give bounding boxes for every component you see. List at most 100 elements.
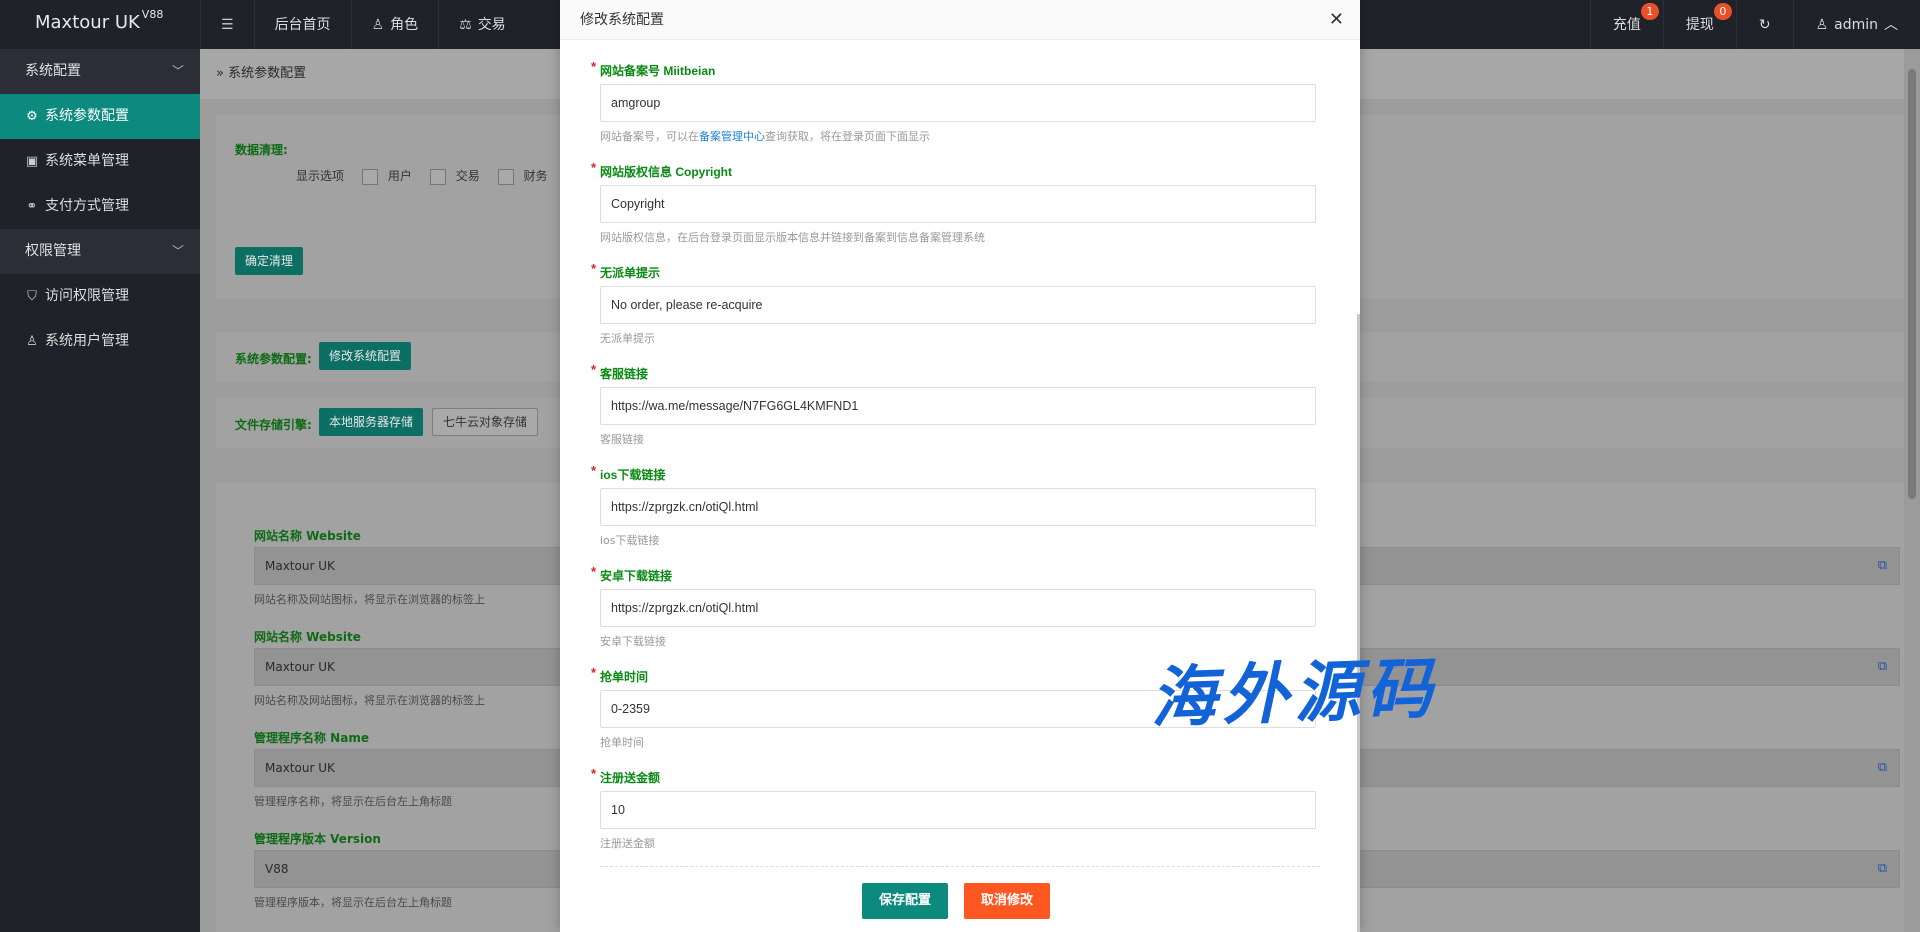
menu-toggle-button[interactable]: ☰: [200, 0, 254, 49]
storage-local-button[interactable]: 本地服务器存储: [319, 408, 424, 436]
edit-sysconfig-button[interactable]: 修改系统配置: [319, 342, 412, 370]
gear-icon: ⚙: [26, 109, 38, 124]
android-link-input[interactable]: [600, 589, 1316, 627]
form-item-miitbeian: *网站备案号 Miitbeian 网站备案号，可以在备案管理中心查询获取，将在登…: [591, 59, 1320, 143]
form-item-android-link: *安卓下载链接 安卓下载链接: [591, 564, 1320, 648]
help-text: 查询获取，将在登录页面下面显示: [765, 130, 930, 143]
field-help: 管理程序版本，将显示在后台左上角标题: [254, 896, 452, 909]
sidebar-item-label: 系统用户管理: [45, 333, 129, 349]
sidebar-group-system[interactable]: 系统配置 ﹀: [0, 49, 200, 94]
help-text: 网站备案号，可以在: [600, 130, 699, 143]
chevron-up-icon: ︿: [1884, 16, 1898, 33]
register-bonus-input[interactable]: [600, 791, 1316, 829]
field-label: * 网站备案号 Miitbeian: [591, 59, 1320, 78]
option-label: 用户: [387, 169, 412, 183]
close-icon[interactable]: ✕: [1329, 0, 1344, 40]
beian-center-link[interactable]: 备案管理中心: [699, 130, 765, 143]
cleanup-title: 数据清理:: [235, 143, 288, 157]
top-right-actions: 充值 1 提现 0 ↻ ♙ admin ︿: [1589, 0, 1920, 49]
sidebar-item-user-manage[interactable]: ♙ 系统用户管理: [0, 319, 200, 364]
copy-icon[interactable]: ⧉: [1878, 750, 1887, 786]
required-mark: *: [591, 463, 597, 478]
option-checkbox-trade[interactable]: [429, 168, 446, 185]
copy-icon[interactable]: ⧉: [1878, 851, 1887, 887]
edit-config-modal: 修改系统配置 ✕ *网站备案号 Miitbeian 网站备案号，可以在备案管理中…: [560, 0, 1360, 932]
sidebar-item-system-params[interactable]: ⚙ 系统参数配置: [0, 94, 200, 139]
field-label: * 安卓下载链接: [591, 564, 1320, 583]
user-menu[interactable]: ♙ admin ︿: [1792, 0, 1920, 49]
ios-link-input[interactable]: [600, 488, 1316, 526]
nav-home[interactable]: 后台首页: [253, 0, 351, 49]
field-label-text: 无派单提示: [600, 266, 661, 280]
save-config-button[interactable]: 保存配置: [862, 883, 949, 919]
watermark: 海外源码: [1148, 648, 1440, 737]
modal-scrollbar[interactable]: [1357, 40, 1361, 932]
breadcrumb-label: 系统参数配置: [228, 66, 307, 81]
refresh-button[interactable]: ↻: [1735, 0, 1793, 49]
confirm-cleanup-button[interactable]: 确定清理: [235, 247, 304, 275]
top-nav: ☰ 后台首页 ♙ 角色 ⚖ 交易: [200, 0, 526, 49]
withdraw-button[interactable]: 提现 0: [1662, 0, 1736, 49]
modal-header: 修改系统配置 ✕: [560, 0, 1360, 40]
required-mark: *: [591, 766, 597, 781]
sysconfig-title: 系统参数配置:: [235, 352, 312, 366]
modal-scrollbar-thumb[interactable]: [1357, 314, 1360, 932]
cancel-edit-button[interactable]: 取消修改: [964, 883, 1051, 919]
miitbeian-input[interactable]: [600, 84, 1316, 122]
field-label: * 客服链接: [591, 362, 1320, 381]
field-value: Maxtour UK: [265, 761, 335, 775]
sidebar-item-payment-manage[interactable]: ⚭ 支付方式管理: [0, 184, 200, 229]
copy-icon[interactable]: ⧉: [1878, 548, 1887, 584]
field-label-text: ios下载链接: [600, 468, 666, 482]
required-mark: *: [591, 665, 597, 680]
field-label: * ios下载链接: [591, 463, 1320, 482]
field-help: 注册送金额: [600, 837, 655, 850]
field-label: 网站名称 Website: [254, 630, 361, 644]
nav-trade[interactable]: ⚖ 交易: [438, 0, 526, 49]
breadcrumb-arrow-icon: »: [216, 66, 229, 81]
chevron-down-icon: ﹀: [171, 64, 184, 78]
recharge-button[interactable]: 充值 1: [1589, 0, 1663, 49]
field-help: 网站版权信息，在后台登录页面显示版本信息并链接到备案到信息备案管理系统: [600, 231, 985, 244]
refresh-icon: ↻: [1758, 16, 1771, 33]
option-checkbox-user[interactable]: [361, 168, 378, 185]
user-name: admin: [1834, 16, 1878, 33]
copyright-input[interactable]: [600, 185, 1316, 223]
field-label-text: 客服链接: [600, 367, 649, 381]
sidebar-group-label: 权限管理: [25, 243, 81, 259]
copy-icon[interactable]: ⧉: [1878, 649, 1887, 685]
field-label: 网站名称 Website: [254, 529, 361, 543]
app-logo[interactable]: Maxtour UK V88: [0, 0, 200, 49]
storage-title: 文件存储引擎:: [235, 418, 312, 432]
user-icon: ♙: [1815, 16, 1829, 33]
form-item-ios-link: *ios下载链接 ios下载链接: [591, 463, 1320, 547]
form-divider: [600, 866, 1320, 867]
sidebar-item-label: 支付方式管理: [45, 198, 129, 214]
sidebar-item-label: 系统参数配置: [45, 108, 129, 124]
cleanup-options: 显示选项 用户 交易 财务: [296, 167, 548, 185]
field-value: V88: [265, 862, 289, 876]
field-help: 网站名称及网站图标，将显示在浏览器的标签上: [254, 694, 485, 707]
page-scrollbar[interactable]: [1904, 49, 1920, 932]
option-label: 交易: [455, 169, 480, 183]
nav-roles[interactable]: ♙ 角色: [350, 0, 439, 49]
required-mark: *: [591, 59, 597, 74]
withdraw-badge: 0: [1713, 3, 1732, 20]
sidebar-item-access-manage[interactable]: ⛉ 访问权限管理: [0, 274, 200, 319]
storage-qiniu-button[interactable]: 七牛云对象存储: [432, 408, 539, 436]
field-help: 管理程序名称，将显示在后台左上角标题: [254, 795, 452, 808]
sidebar-item-label: 访问权限管理: [45, 288, 129, 304]
field-label: * 注册送金额: [591, 766, 1320, 785]
link-icon: ⚭: [26, 199, 38, 214]
scale-icon: ⚖: [459, 16, 472, 33]
service-link-input[interactable]: [600, 387, 1316, 425]
required-mark: *: [591, 160, 597, 175]
nav-trade-label: 交易: [477, 16, 506, 33]
sidebar-group-permission[interactable]: 权限管理 ﹀: [0, 229, 200, 274]
field-label-text: 抢单时间: [600, 670, 649, 684]
option-checkbox-finance[interactable]: [497, 168, 514, 185]
page-scrollbar-thumb[interactable]: [1908, 69, 1916, 499]
sidebar-item-menu-manage[interactable]: ▣ 系统菜单管理: [0, 139, 200, 184]
form-item-no-order-tip: *无派单提示 无派单提示: [591, 261, 1320, 345]
no-order-tip-input[interactable]: [600, 286, 1316, 324]
